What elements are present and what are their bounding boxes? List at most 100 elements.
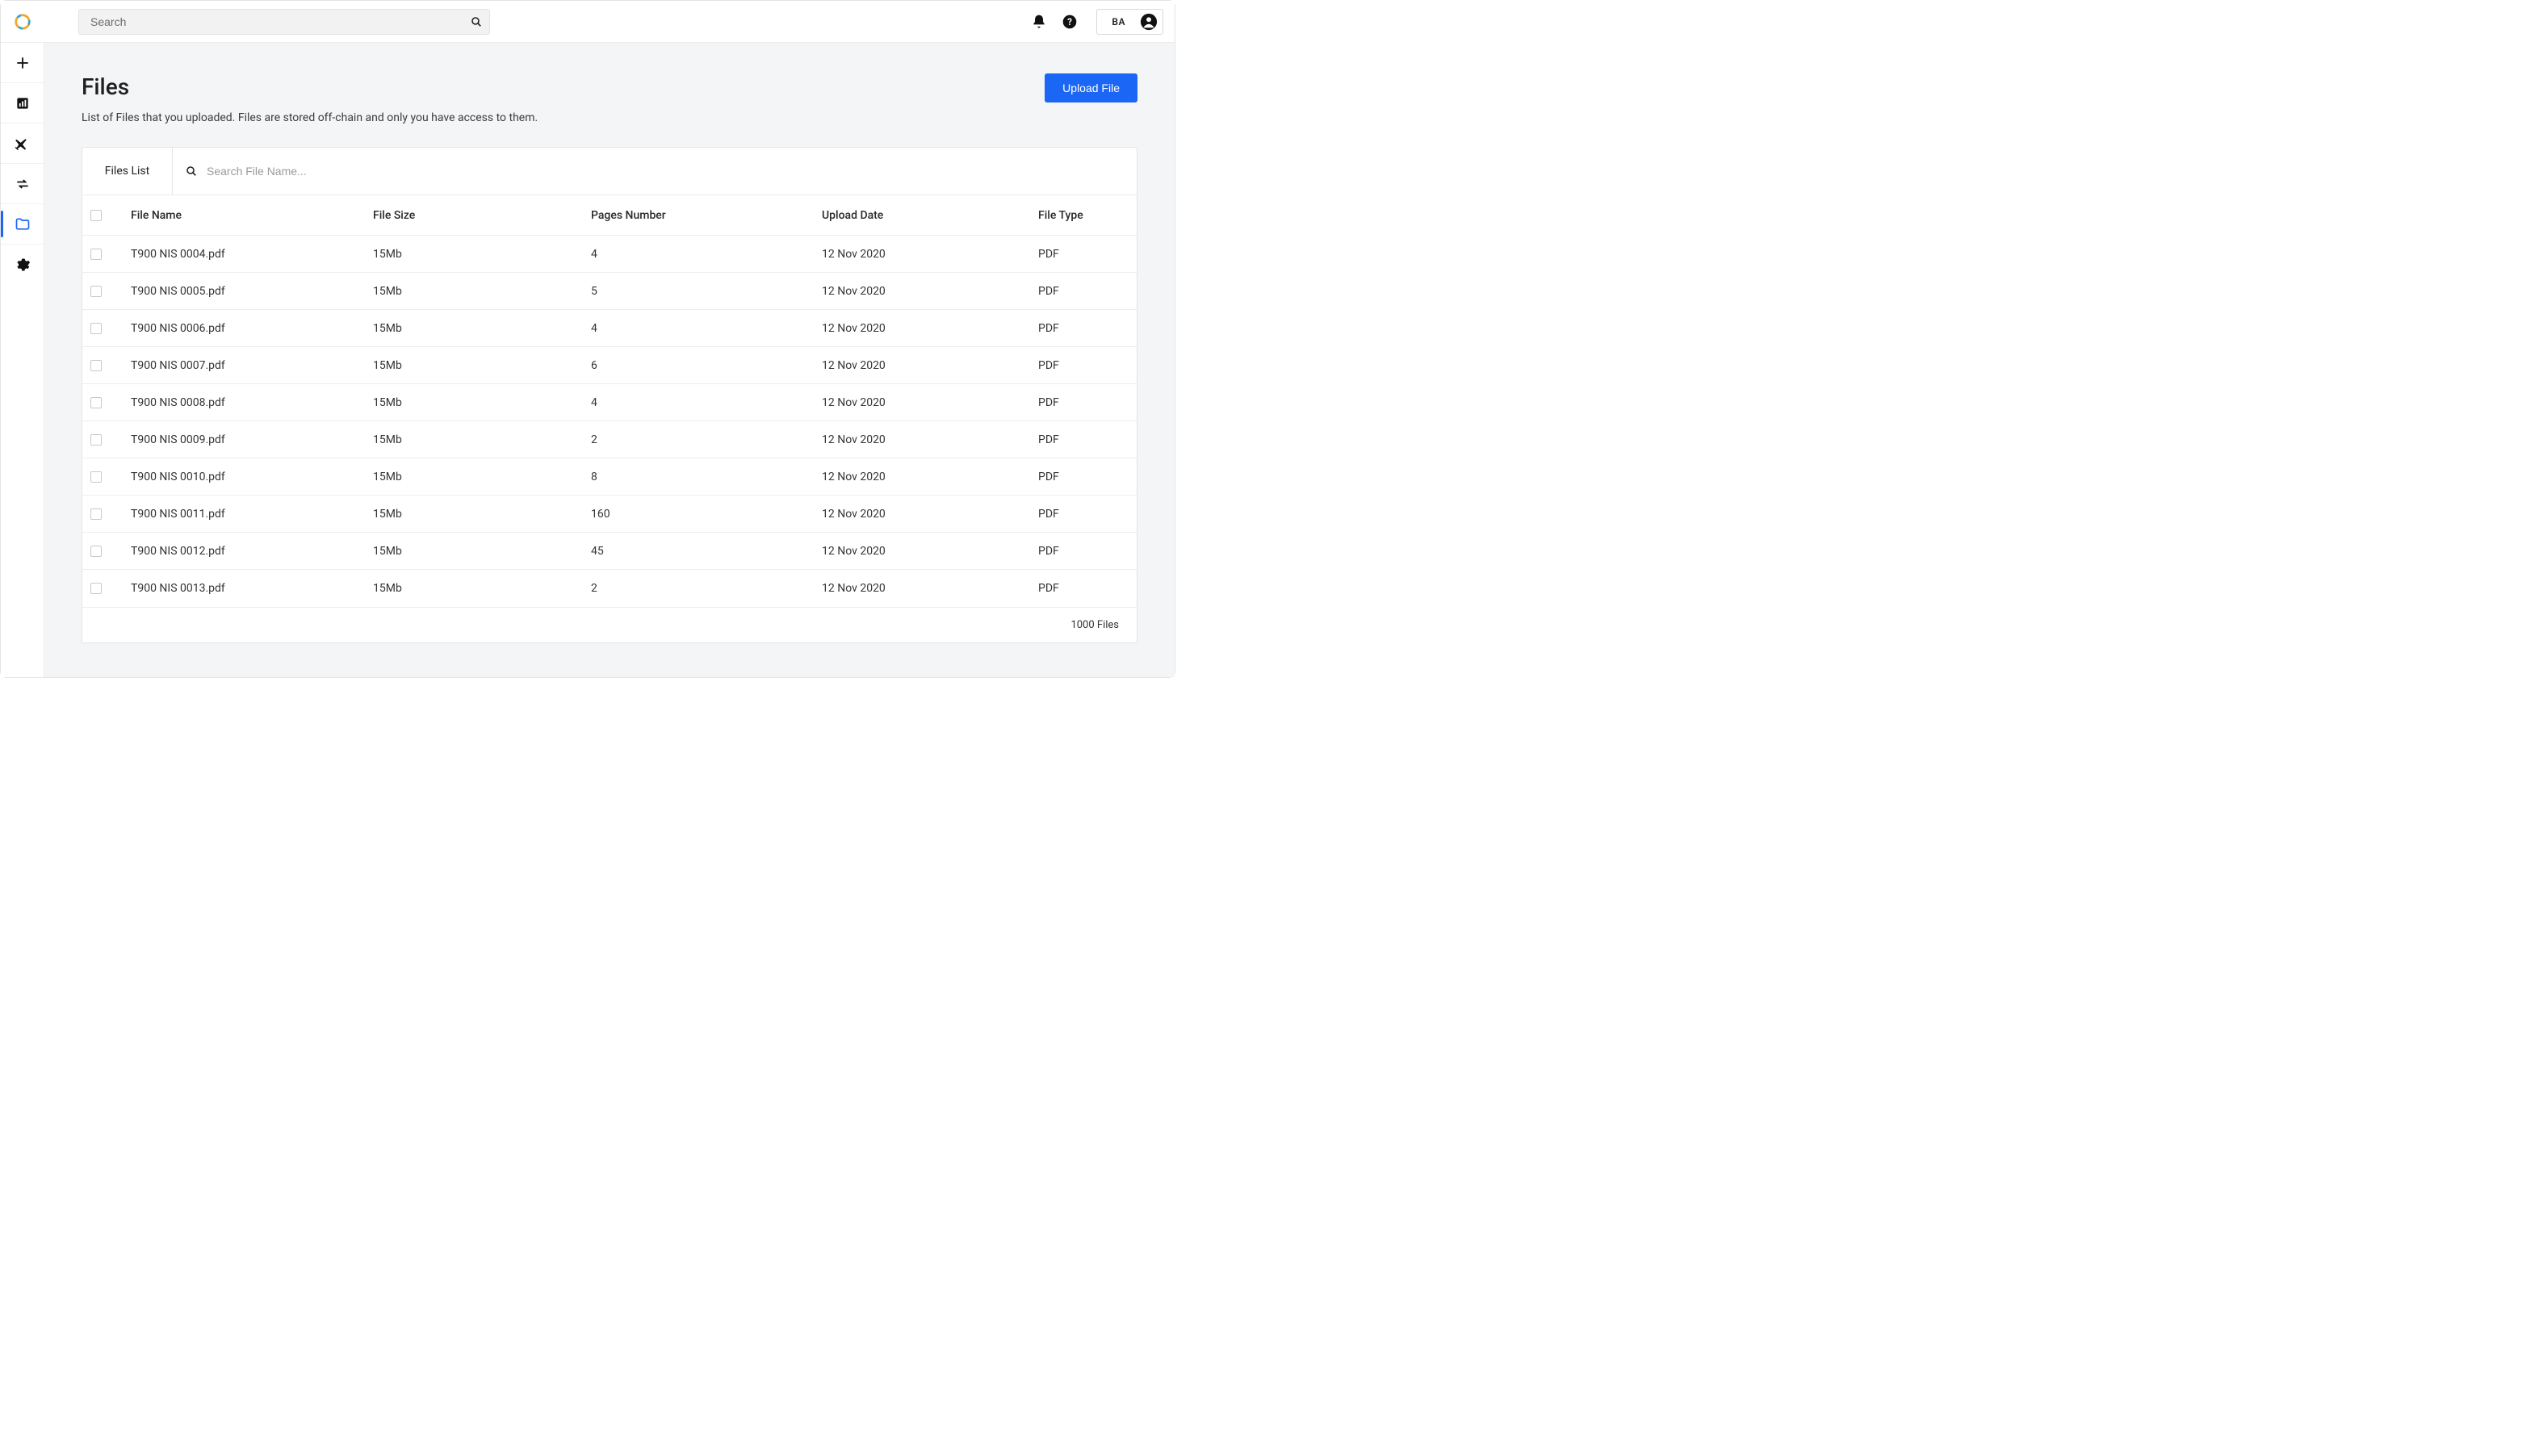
cell-type: PDF [1030, 236, 1137, 273]
cell-name: T900 NIS 0005.pdf [123, 273, 365, 310]
cell-pages: 2 [583, 570, 814, 607]
table-row[interactable]: T900 NIS 0011.pdf15Mb16012 Nov 2020PDF [82, 496, 1137, 533]
page-description: List of Files that you uploaded. Files a… [82, 111, 1045, 124]
cell-type: PDF [1030, 496, 1137, 533]
table-footer-count: 1000 Files [1070, 619, 1119, 631]
row-checkbox[interactable] [90, 286, 102, 297]
col-header-date[interactable]: Upload Date [814, 195, 1030, 236]
row-checkbox[interactable] [90, 471, 102, 483]
cell-type: PDF [1030, 347, 1137, 384]
cell-name: T900 NIS 0010.pdf [123, 458, 365, 496]
table-row[interactable]: T900 NIS 0005.pdf15Mb512 Nov 2020PDF [82, 273, 1137, 310]
chart-icon [15, 95, 31, 111]
help-button[interactable]: ? [1058, 10, 1082, 34]
transfer-icon [15, 176, 31, 192]
row-checkbox[interactable] [90, 583, 102, 594]
select-all-checkbox[interactable] [90, 210, 102, 221]
table-row[interactable]: T900 NIS 0013.pdf15Mb212 Nov 2020PDF [82, 570, 1137, 607]
cell-pages: 5 [583, 273, 814, 310]
help-icon: ? [1062, 14, 1078, 30]
cell-pages: 160 [583, 496, 814, 533]
cell-date: 12 Nov 2020 [814, 236, 1030, 273]
cell-name: T900 NIS 0007.pdf [123, 347, 365, 384]
table-row[interactable]: T900 NIS 0009.pdf15Mb212 Nov 2020PDF [82, 421, 1137, 458]
cell-name: T900 NIS 0008.pdf [123, 384, 365, 421]
bell-icon [1031, 14, 1047, 30]
table-row[interactable]: T900 NIS 0007.pdf15Mb612 Nov 2020PDF [82, 347, 1137, 384]
account-menu[interactable]: BA [1096, 9, 1163, 35]
table-row[interactable]: T900 NIS 0012.pdf15Mb4512 Nov 2020PDF [82, 533, 1137, 570]
row-checkbox[interactable] [90, 508, 102, 520]
cell-pages: 45 [583, 533, 814, 570]
row-checkbox[interactable] [90, 397, 102, 408]
main-content: Files List of Files that you uploaded. F… [44, 43, 1175, 677]
cell-date: 12 Nov 2020 [814, 310, 1030, 347]
sidebar-item-flights[interactable] [1, 123, 44, 164]
logo[interactable] [1, 1, 44, 42]
cell-type: PDF [1030, 273, 1137, 310]
row-checkbox[interactable] [90, 360, 102, 371]
cell-type: PDF [1030, 570, 1137, 607]
col-header-size[interactable]: File Size [365, 195, 583, 236]
table-footer: 1000 Files [82, 607, 1137, 642]
table-row[interactable]: T900 NIS 0004.pdf15Mb412 Nov 2020PDF [82, 236, 1137, 273]
svg-text:?: ? [1067, 16, 1072, 27]
col-header-pages[interactable]: Pages Number [583, 195, 814, 236]
account-initials: BA [1112, 16, 1125, 27]
cell-pages: 8 [583, 458, 814, 496]
cell-pages: 4 [583, 236, 814, 273]
global-search-input[interactable] [90, 15, 470, 28]
row-checkbox[interactable] [90, 546, 102, 557]
cell-date: 12 Nov 2020 [814, 421, 1030, 458]
cell-pages: 4 [583, 384, 814, 421]
global-search[interactable] [78, 9, 490, 35]
cell-size: 15Mb [365, 310, 583, 347]
cell-pages: 6 [583, 347, 814, 384]
col-header-name[interactable]: File Name [123, 195, 365, 236]
cell-name: T900 NIS 0004.pdf [123, 236, 365, 273]
gear-icon [15, 257, 31, 273]
sidebar-item-add[interactable] [1, 43, 44, 83]
cell-type: PDF [1030, 421, 1137, 458]
table-row[interactable]: T900 NIS 0008.pdf15Mb412 Nov 2020PDF [82, 384, 1137, 421]
cell-type: PDF [1030, 533, 1137, 570]
cell-name: T900 NIS 0011.pdf [123, 496, 365, 533]
upload-file-button[interactable]: Upload File [1045, 73, 1137, 103]
sidebar-item-settings[interactable] [1, 245, 44, 285]
logo-icon [14, 13, 31, 31]
cell-name: T900 NIS 0009.pdf [123, 421, 365, 458]
table-header-row: File Name File Size Pages Number Upload … [82, 195, 1137, 236]
cell-pages: 2 [583, 421, 814, 458]
row-checkbox[interactable] [90, 249, 102, 260]
file-search[interactable] [173, 148, 1137, 195]
table-row[interactable]: T900 NIS 0010.pdf15Mb812 Nov 2020PDF [82, 458, 1137, 496]
card-header: Files List [82, 148, 1137, 195]
notifications-button[interactable] [1027, 10, 1051, 34]
table-row[interactable]: T900 NIS 0006.pdf15Mb412 Nov 2020PDF [82, 310, 1137, 347]
cell-type: PDF [1030, 310, 1137, 347]
cell-size: 15Mb [365, 236, 583, 273]
col-header-type[interactable]: File Type [1030, 195, 1137, 236]
sidebar-item-transfers[interactable] [1, 164, 44, 204]
airplane-icon [15, 136, 31, 152]
cell-type: PDF [1030, 384, 1137, 421]
files-card: Files List File Name File Size [82, 147, 1137, 643]
cell-name: T900 NIS 0012.pdf [123, 533, 365, 570]
cell-size: 15Mb [365, 347, 583, 384]
sidebar-item-files[interactable] [1, 204, 44, 245]
tab-files-list[interactable]: Files List [82, 148, 173, 195]
page-header: Files List of Files that you uploaded. F… [82, 73, 1137, 124]
file-search-input[interactable] [202, 160, 1129, 182]
search-icon [470, 15, 483, 28]
cell-date: 12 Nov 2020 [814, 384, 1030, 421]
sidebar-item-dashboard[interactable] [1, 83, 44, 123]
row-checkbox[interactable] [90, 323, 102, 334]
cell-name: T900 NIS 0006.pdf [123, 310, 365, 347]
sidebar [1, 43, 44, 677]
cell-date: 12 Nov 2020 [814, 458, 1030, 496]
plus-icon [15, 55, 31, 71]
cell-size: 15Mb [365, 421, 583, 458]
cell-pages: 4 [583, 310, 814, 347]
cell-date: 12 Nov 2020 [814, 570, 1030, 607]
row-checkbox[interactable] [90, 434, 102, 446]
